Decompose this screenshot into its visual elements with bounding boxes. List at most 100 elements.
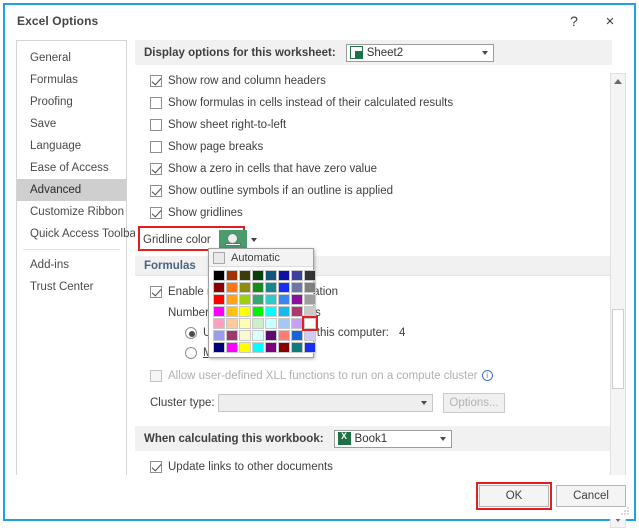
color-swatch[interactable] bbox=[252, 294, 264, 305]
color-swatch[interactable] bbox=[226, 270, 238, 281]
checkbox-label: Allow user-defined XLL functions to run … bbox=[168, 369, 478, 382]
color-swatch[interactable] bbox=[252, 330, 264, 341]
cluster-type-select[interactable] bbox=[218, 394, 433, 412]
sidebar-item-general[interactable]: General bbox=[17, 47, 126, 69]
color-swatch[interactable] bbox=[278, 342, 290, 353]
ok-button-annotation: OK bbox=[476, 482, 552, 510]
color-swatch[interactable] bbox=[291, 306, 303, 317]
checkbox-update-links[interactable]: Update links to other documents bbox=[150, 458, 612, 475]
color-swatch[interactable] bbox=[226, 282, 238, 293]
color-swatch[interactable] bbox=[304, 282, 316, 293]
checkbox-show-formulas[interactable]: Show formulas in cells instead of their … bbox=[150, 94, 612, 111]
color-swatch[interactable] bbox=[252, 306, 264, 317]
sidebar-item-trust-center[interactable]: Trust Center bbox=[17, 276, 126, 298]
color-swatch[interactable] bbox=[239, 294, 251, 305]
sidebar-item-language[interactable]: Language bbox=[17, 135, 126, 157]
color-swatch[interactable] bbox=[213, 330, 225, 341]
color-swatch[interactable] bbox=[213, 318, 225, 329]
color-swatch[interactable] bbox=[278, 282, 290, 293]
color-swatch[interactable] bbox=[226, 294, 238, 305]
scrollbar-thumb[interactable] bbox=[612, 309, 624, 389]
color-swatch[interactable] bbox=[239, 282, 251, 293]
ok-button[interactable]: OK bbox=[479, 485, 549, 507]
color-swatch[interactable] bbox=[278, 270, 290, 281]
cluster-options-button[interactable]: Options... bbox=[443, 393, 505, 413]
sidebar-item-add-ins[interactable]: Add-ins bbox=[17, 254, 126, 276]
sidebar-item-advanced[interactable]: Advanced bbox=[17, 179, 126, 201]
color-swatch[interactable] bbox=[239, 318, 251, 329]
resize-grip-icon[interactable] bbox=[620, 506, 630, 516]
sidebar-item-customize-ribbon[interactable]: Customize Ribbon bbox=[17, 201, 126, 223]
color-swatch[interactable] bbox=[226, 318, 238, 329]
color-swatch[interactable] bbox=[239, 270, 251, 281]
color-swatch[interactable] bbox=[304, 330, 316, 341]
color-swatch[interactable] bbox=[213, 282, 225, 293]
color-swatch[interactable] bbox=[291, 270, 303, 281]
cancel-button[interactable]: Cancel bbox=[556, 485, 626, 507]
color-swatch[interactable] bbox=[278, 294, 290, 305]
color-swatch-grid bbox=[209, 266, 318, 357]
sidebar-item-quick-access-toolbar[interactable]: Quick Access Toolbar bbox=[17, 223, 140, 245]
color-swatch[interactable] bbox=[265, 330, 277, 341]
color-swatch[interactable] bbox=[252, 318, 264, 329]
color-swatch[interactable] bbox=[278, 306, 290, 317]
color-swatch[interactable] bbox=[239, 306, 251, 317]
worksheet-select[interactable]: Sheet2 bbox=[345, 43, 494, 62]
checkbox-label: Show gridlines bbox=[168, 206, 243, 219]
color-swatch[interactable] bbox=[252, 342, 264, 353]
close-icon[interactable]: × bbox=[596, 9, 624, 33]
info-icon[interactable]: i bbox=[481, 370, 493, 381]
color-swatch[interactable] bbox=[291, 282, 303, 293]
pane-scrollbar[interactable] bbox=[610, 73, 626, 528]
color-swatch[interactable] bbox=[226, 330, 238, 341]
color-swatch[interactable] bbox=[291, 342, 303, 353]
sidebar-item-save[interactable]: Save bbox=[17, 113, 126, 135]
color-swatch[interactable] bbox=[239, 330, 251, 341]
sidebar-item-proofing[interactable]: Proofing bbox=[17, 91, 126, 113]
color-swatch[interactable] bbox=[291, 294, 303, 305]
color-swatch[interactable] bbox=[304, 270, 316, 281]
sidebar-item-formulas[interactable]: Formulas bbox=[17, 69, 126, 91]
color-swatch[interactable] bbox=[265, 306, 277, 317]
color-swatch[interactable] bbox=[304, 294, 316, 305]
color-swatch[interactable] bbox=[304, 306, 316, 317]
color-swatch[interactable] bbox=[213, 342, 225, 353]
checkbox-label: Show sheet right-to-left bbox=[168, 118, 287, 131]
color-swatch[interactable] bbox=[304, 342, 316, 353]
color-swatch[interactable] bbox=[265, 270, 277, 281]
scroll-up-button[interactable] bbox=[611, 74, 625, 89]
color-swatch[interactable] bbox=[265, 282, 277, 293]
checkbox-show-sheet-rtl[interactable]: Show sheet right-to-left bbox=[150, 116, 612, 133]
color-swatch[interactable] bbox=[265, 318, 277, 329]
checkbox-show-page-breaks[interactable]: Show page breaks bbox=[150, 138, 612, 155]
chevron-down-icon[interactable] bbox=[250, 237, 257, 242]
checkbox-box bbox=[150, 96, 162, 109]
color-swatch[interactable] bbox=[213, 306, 225, 317]
color-swatch[interactable] bbox=[291, 330, 303, 341]
checkbox-show-outline-symbols[interactable]: Show outline symbols if an outline is ap… bbox=[150, 182, 612, 199]
color-swatch[interactable] bbox=[213, 294, 225, 305]
color-swatch[interactable] bbox=[278, 318, 290, 329]
dialog-body: General Formulas Proofing Save Language … bbox=[5, 38, 634, 528]
color-swatch[interactable] bbox=[278, 330, 290, 341]
help-icon[interactable]: ? bbox=[560, 9, 588, 33]
workbook-select[interactable]: Book1 bbox=[333, 429, 452, 448]
sidebar-item-ease-of-access[interactable]: Ease of Access bbox=[17, 157, 126, 179]
color-swatch[interactable] bbox=[265, 342, 277, 353]
color-swatch[interactable] bbox=[239, 342, 251, 353]
color-swatch[interactable] bbox=[302, 316, 318, 331]
gridline-color-button[interactable] bbox=[218, 230, 247, 249]
automatic-color-option[interactable]: Automatic bbox=[209, 249, 313, 266]
formulas-section-header: Formulas bbox=[135, 256, 612, 276]
color-swatch[interactable] bbox=[252, 282, 264, 293]
checkbox-show-zero[interactable]: Show a zero in cells that have zero valu… bbox=[150, 160, 612, 177]
color-swatch[interactable] bbox=[252, 270, 264, 281]
checkbox-show-gridlines[interactable]: Show gridlines bbox=[150, 204, 612, 221]
color-swatch[interactable] bbox=[226, 342, 238, 353]
checkbox-show-row-column-headers[interactable]: Show row and column headers bbox=[150, 72, 612, 89]
color-swatch[interactable] bbox=[226, 306, 238, 317]
checkbox-allow-xll[interactable]: Allow user-defined XLL functions to run … bbox=[150, 367, 612, 384]
color-swatch[interactable] bbox=[265, 294, 277, 305]
color-swatch[interactable] bbox=[291, 318, 303, 329]
color-swatch[interactable] bbox=[213, 270, 225, 281]
